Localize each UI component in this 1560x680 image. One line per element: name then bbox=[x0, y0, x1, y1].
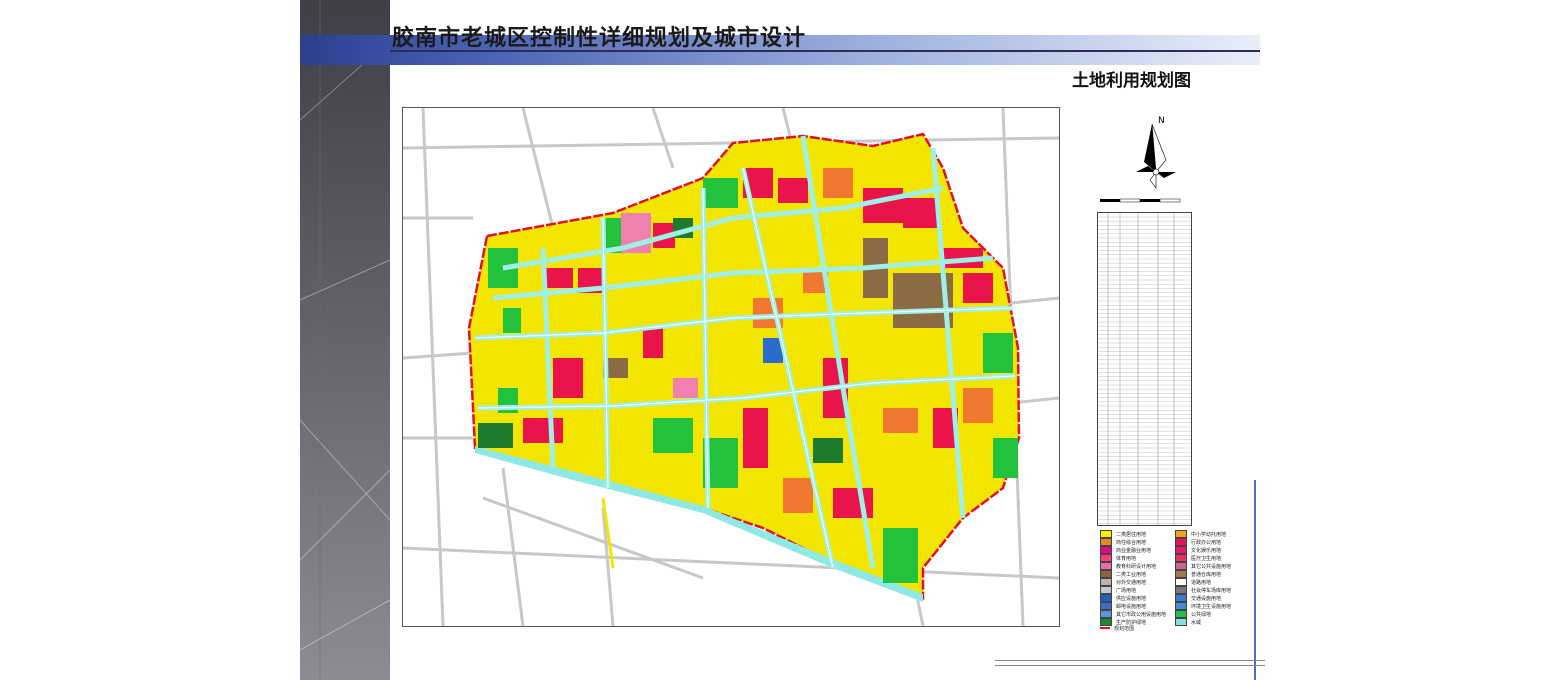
legend-label: 中小学幼托用地 bbox=[1191, 531, 1227, 538]
legend-label: 行政办公用地 bbox=[1191, 539, 1222, 546]
legend-label: 对外交通用地 bbox=[1116, 579, 1147, 586]
statistics-table-lines bbox=[1098, 213, 1191, 525]
legend-label: 邮电设施用地 bbox=[1116, 603, 1147, 610]
legend-swatch bbox=[1100, 554, 1112, 562]
legend-label: 公共绿地 bbox=[1191, 611, 1212, 618]
legend-item: 交通设施用地 bbox=[1175, 594, 1221, 602]
legend-swatch bbox=[1100, 610, 1112, 618]
legend-label: 二类工业用地 bbox=[1116, 571, 1147, 578]
legend-label: 普通仓库用地 bbox=[1191, 571, 1222, 578]
legend-label: 二类居住用地 bbox=[1116, 531, 1147, 538]
legend-item: 其它公共设施用地 bbox=[1175, 562, 1231, 570]
legend-label: 其它公共设施用地 bbox=[1191, 563, 1232, 570]
legend-item: 公共绿地 bbox=[1175, 610, 1211, 618]
legend-label: 广场用地 bbox=[1116, 587, 1137, 594]
legend-item: 行政办公用地 bbox=[1175, 538, 1221, 546]
legend-item: 文化娱乐用地 bbox=[1175, 546, 1221, 554]
legend-item: 二类居住用地 bbox=[1100, 530, 1146, 538]
legend-swatch bbox=[1100, 562, 1112, 570]
legend-label: 教育科研设计用地 bbox=[1116, 563, 1157, 570]
legend-item: 体育用地 bbox=[1100, 554, 1136, 562]
legend-item: 供应设施用地 bbox=[1100, 594, 1146, 602]
boundary-legend-swatch bbox=[1100, 627, 1110, 629]
legend-label: 商业金融业用地 bbox=[1116, 547, 1152, 554]
legend-label: 社会停车场库用地 bbox=[1191, 587, 1232, 594]
north-arrow: N bbox=[1130, 114, 1190, 194]
decor-bottom-line bbox=[995, 660, 1265, 661]
legend-swatch bbox=[1175, 602, 1187, 610]
legend-item: 社会停车场库用地 bbox=[1175, 586, 1231, 594]
legend-swatch bbox=[1100, 546, 1112, 554]
legend-swatch bbox=[1100, 586, 1112, 594]
legend-label: 供应设施用地 bbox=[1116, 595, 1147, 602]
legend-label: 医疗卫生用地 bbox=[1191, 555, 1222, 562]
legend-swatch bbox=[1175, 546, 1187, 554]
legend-item: 商住综合用地 bbox=[1100, 538, 1146, 546]
land-use-statistics-table bbox=[1097, 212, 1192, 526]
legend-item: 水域 bbox=[1175, 618, 1201, 626]
legend-label: 交通设施用地 bbox=[1191, 595, 1222, 602]
legend-item: 商业金融业用地 bbox=[1100, 546, 1151, 554]
legend-swatch bbox=[1175, 562, 1187, 570]
legend-item: 广场用地 bbox=[1100, 586, 1136, 594]
legend-item: 二类工业用地 bbox=[1100, 570, 1146, 578]
legend-item: 环境卫生设施用地 bbox=[1175, 602, 1231, 610]
legend-swatch bbox=[1100, 618, 1112, 626]
land-use-map-svg bbox=[403, 108, 1059, 626]
legend-label: 商住综合用地 bbox=[1116, 539, 1147, 546]
boundary-legend-label: 规划范围 bbox=[1114, 626, 1135, 632]
legend-item: 邮电设施用地 bbox=[1100, 602, 1146, 610]
legend-item: 其它市政公用设施用地 bbox=[1100, 610, 1166, 618]
page-title: 胶南市老城区控制性详细规划及城市设计 bbox=[392, 26, 807, 51]
legend-swatch bbox=[1175, 578, 1187, 586]
legend-swatch bbox=[1175, 594, 1187, 602]
legend-swatch bbox=[1175, 530, 1187, 538]
legend-swatch bbox=[1100, 570, 1112, 578]
legend: 二类居住用地 中小学幼托用地商住综合用地 行政办公用地商业金融业用地 文化娱乐用地体育… bbox=[1100, 530, 1250, 630]
land-use-map bbox=[402, 107, 1060, 627]
legend-swatch bbox=[1100, 578, 1112, 586]
legend-swatch bbox=[1100, 538, 1112, 546]
north-arrow-icon: N bbox=[1136, 116, 1176, 189]
legend-item: 中小学幼托用地 bbox=[1175, 530, 1226, 538]
decor-vertical-line bbox=[1254, 480, 1256, 680]
left-decor-panel bbox=[300, 0, 390, 680]
legend-item: 医疗卫生用地 bbox=[1175, 554, 1221, 562]
legend-swatch bbox=[1175, 586, 1187, 594]
legend-item: 对外交通用地 bbox=[1100, 578, 1146, 586]
legend-swatch bbox=[1175, 618, 1187, 626]
legend-label: 文化娱乐用地 bbox=[1191, 547, 1222, 554]
legend-swatch bbox=[1100, 530, 1112, 538]
legend-item: 普通仓库用地 bbox=[1175, 570, 1221, 578]
legend-swatch bbox=[1100, 602, 1112, 610]
legend-label: 道路用地 bbox=[1191, 579, 1212, 586]
legend-swatch bbox=[1175, 570, 1187, 578]
legend-label: 环境卫生设施用地 bbox=[1191, 603, 1232, 610]
decor-bottom-line-2 bbox=[995, 665, 1265, 666]
map-subtitle: 土地利用规划图 bbox=[1072, 71, 1191, 91]
legend-swatch bbox=[1175, 538, 1187, 546]
scale-bar bbox=[1098, 194, 1190, 208]
legend-swatch bbox=[1100, 594, 1112, 602]
legend-swatch bbox=[1175, 554, 1187, 562]
legend-item: 道路用地 bbox=[1175, 578, 1211, 586]
legend-label: 水域 bbox=[1191, 619, 1202, 626]
legend-swatch bbox=[1175, 610, 1187, 618]
legend-item: 教育科研设计用地 bbox=[1100, 562, 1156, 570]
legend-label: 其它市政公用设施用地 bbox=[1116, 611, 1167, 618]
legend-label: 体育用地 bbox=[1116, 555, 1137, 562]
north-label: N bbox=[1158, 116, 1165, 126]
